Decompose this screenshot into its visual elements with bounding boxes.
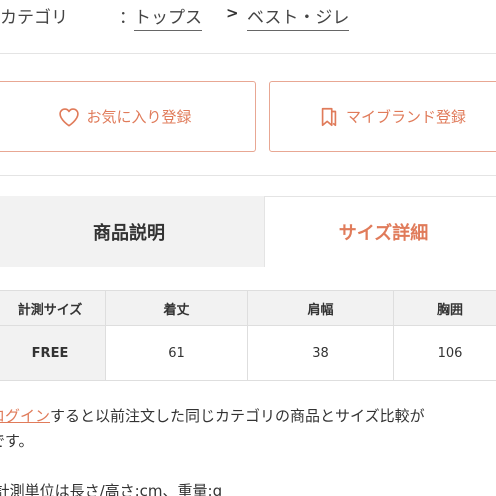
breadcrumb-separator: > [226, 4, 239, 22]
breadcrumb-link-tops[interactable]: トップス [134, 3, 202, 31]
table-header-cell: 計測サイズ [0, 290, 106, 326]
section-divider [0, 175, 496, 176]
table-cell: 61 [105, 325, 248, 381]
table-header-cell: 肩幅 [247, 290, 394, 326]
note-text: すると以前注文した同じカテゴリの商品とサイズ比較が [50, 407, 425, 425]
table-header-cell: 着丈 [105, 290, 248, 326]
favorite-button-label: お気に入り登録 [86, 108, 192, 126]
note-line: ログインすると以前注文した同じカテゴリの商品とサイズ比較が [0, 404, 496, 429]
category-label: カテゴリ [0, 8, 68, 28]
login-link[interactable]: ログイン [0, 407, 50, 425]
table-row: FREE 61 38 106 [0, 325, 496, 381]
my-brand-button-label: マイブランド登録 [346, 108, 467, 126]
tab-label: 商品説明 [93, 222, 165, 244]
tab-size-details[interactable]: サイズ詳細 [264, 196, 496, 267]
size-compare-note: ログインすると以前注文した同じカテゴリの商品とサイズ比較が です。 [0, 404, 496, 454]
product-size-page: カテゴリ ： トップス > ベスト・ジレ お気に入り登録 マイブランド登録 商品… [0, 0, 496, 496]
size-table: 計測サイズ 着丈 肩幅 胸囲 FREE 61 38 106 [0, 290, 496, 381]
table-row-size: FREE [0, 325, 106, 381]
tab-product-description[interactable]: 商品説明 [0, 196, 264, 267]
breadcrumb-link-vest[interactable]: ベスト・ジレ [247, 3, 350, 31]
table-header-cell: 胸囲 [393, 290, 496, 326]
table-cell: 38 [247, 325, 394, 381]
category-breadcrumb: カテゴリ ： トップス > ベスト・ジレ [0, 0, 496, 34]
bookmark-icon [318, 106, 340, 128]
heart-icon [58, 107, 80, 127]
section-divider [0, 53, 496, 54]
table-cell: 106 [393, 325, 496, 381]
my-brand-button[interactable]: マイブランド登録 [269, 81, 496, 152]
table-header-row: 計測サイズ 着丈 肩幅 胸囲 [0, 290, 496, 326]
favorite-button[interactable]: お気に入り登録 [0, 81, 256, 152]
tab-label: サイズ詳細 [338, 223, 429, 244]
measurement-units-note: ※計測単位は長さ/高さ:cm、重量:g [0, 482, 223, 496]
note-line: です。 [0, 432, 34, 450]
